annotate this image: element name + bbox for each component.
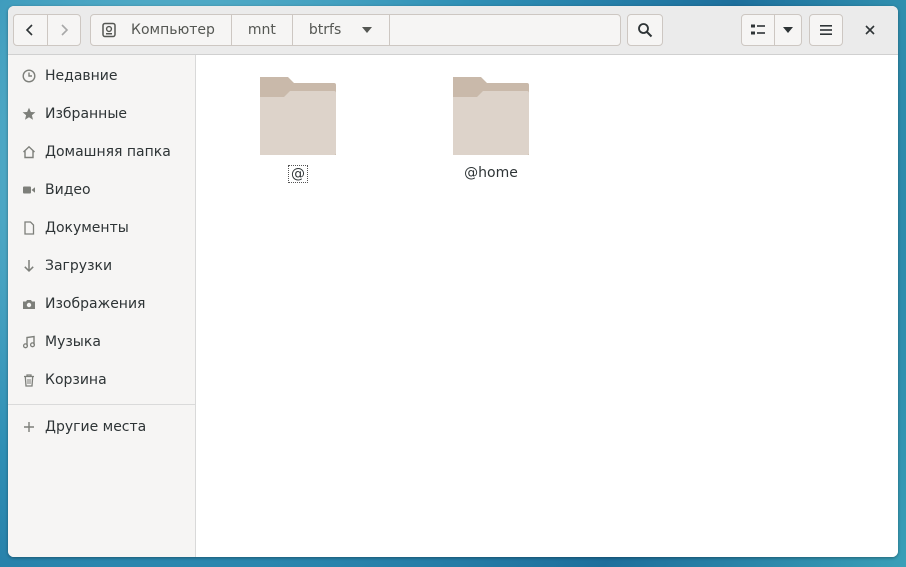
view-options-group: [741, 14, 802, 46]
sidebar-item-label: Музыка: [45, 334, 101, 350]
places-sidebar: Недавние Избранные Домашняя папка Видео …: [8, 55, 196, 557]
star-icon: [21, 106, 37, 122]
sidebar-item-recent[interactable]: Недавние: [8, 57, 195, 95]
sidebar-item-other-locations[interactable]: Другие места: [8, 408, 195, 446]
sidebar-item-trash[interactable]: Корзина: [8, 361, 195, 399]
list-view-button[interactable]: [742, 15, 774, 45]
video-icon: [21, 182, 37, 198]
music-icon: [21, 334, 37, 350]
sidebar-item-label: Изображения: [45, 296, 146, 312]
sidebar-item-home[interactable]: Домашняя папка: [8, 133, 195, 171]
search-button[interactable]: [627, 14, 663, 46]
sidebar-separator: [8, 404, 195, 405]
sidebar-item-label: Недавние: [45, 68, 118, 84]
sidebar-item-label: Корзина: [45, 372, 107, 388]
path-crumb-mnt[interactable]: mnt: [232, 15, 293, 45]
path-crumb-computer[interactable]: Компьютер: [91, 15, 232, 45]
folder-item[interactable]: @: [243, 75, 353, 183]
drive-icon: [101, 22, 117, 38]
path-crumb-label: mnt: [247, 22, 276, 38]
hamburger-menu-button[interactable]: [809, 14, 843, 46]
back-button[interactable]: [14, 15, 47, 45]
chevron-down-icon: [361, 26, 373, 34]
sidebar-item-label: Видео: [45, 182, 91, 198]
sidebar-item-music[interactable]: Музыка: [8, 323, 195, 361]
sidebar-item-pictures[interactable]: Изображения: [8, 285, 195, 323]
clock-icon: [21, 68, 37, 84]
navigation-buttons: [13, 14, 81, 46]
sidebar-item-documents[interactable]: Документы: [8, 209, 195, 247]
sidebar-item-downloads[interactable]: Загрузки: [8, 247, 195, 285]
file-name: @home: [464, 165, 518, 181]
sidebar-item-label: Домашняя папка: [45, 144, 171, 160]
sidebar-item-label: Документы: [45, 220, 129, 236]
chevron-left-icon: [26, 24, 33, 36]
close-icon: [865, 25, 875, 35]
triangle-down-icon: [783, 27, 794, 33]
hamburger-icon: [820, 25, 832, 35]
document-icon: [21, 220, 37, 236]
trash-icon: [21, 372, 37, 388]
download-icon: [21, 258, 37, 274]
folder-icon: [260, 77, 336, 155]
headerbar: Компьютер mnt btrfs: [8, 6, 898, 55]
chevron-right-icon: [61, 24, 68, 36]
plus-icon: [21, 419, 37, 435]
path-crumb-label: btrfs: [308, 22, 342, 38]
view-menu-button[interactable]: [774, 15, 801, 45]
file-view: @ @home: [196, 55, 898, 557]
home-icon: [21, 144, 37, 160]
search-icon: [638, 23, 653, 38]
folder-icon: [453, 77, 529, 155]
sidebar-item-starred[interactable]: Избранные: [8, 95, 195, 133]
file-manager-window: Компьютер mnt btrfs Недавние Избранные Д…: [8, 6, 898, 557]
file-name: @: [288, 165, 308, 183]
list-view-icon: [751, 24, 766, 35]
forward-button[interactable]: [46, 15, 81, 45]
sidebar-item-label: Другие места: [45, 419, 147, 435]
path-crumb-btrfs[interactable]: btrfs: [293, 15, 391, 45]
sidebar-item-label: Загрузки: [45, 258, 113, 274]
folder-item[interactable]: @home: [436, 75, 546, 181]
camera-icon: [21, 296, 37, 312]
sidebar-item-label: Избранные: [45, 106, 127, 122]
sidebar-item-videos[interactable]: Видео: [8, 171, 195, 209]
path-crumb-label: Компьютер: [131, 22, 215, 38]
path-bar: Компьютер mnt btrfs: [90, 14, 621, 46]
close-button[interactable]: [860, 20, 880, 40]
